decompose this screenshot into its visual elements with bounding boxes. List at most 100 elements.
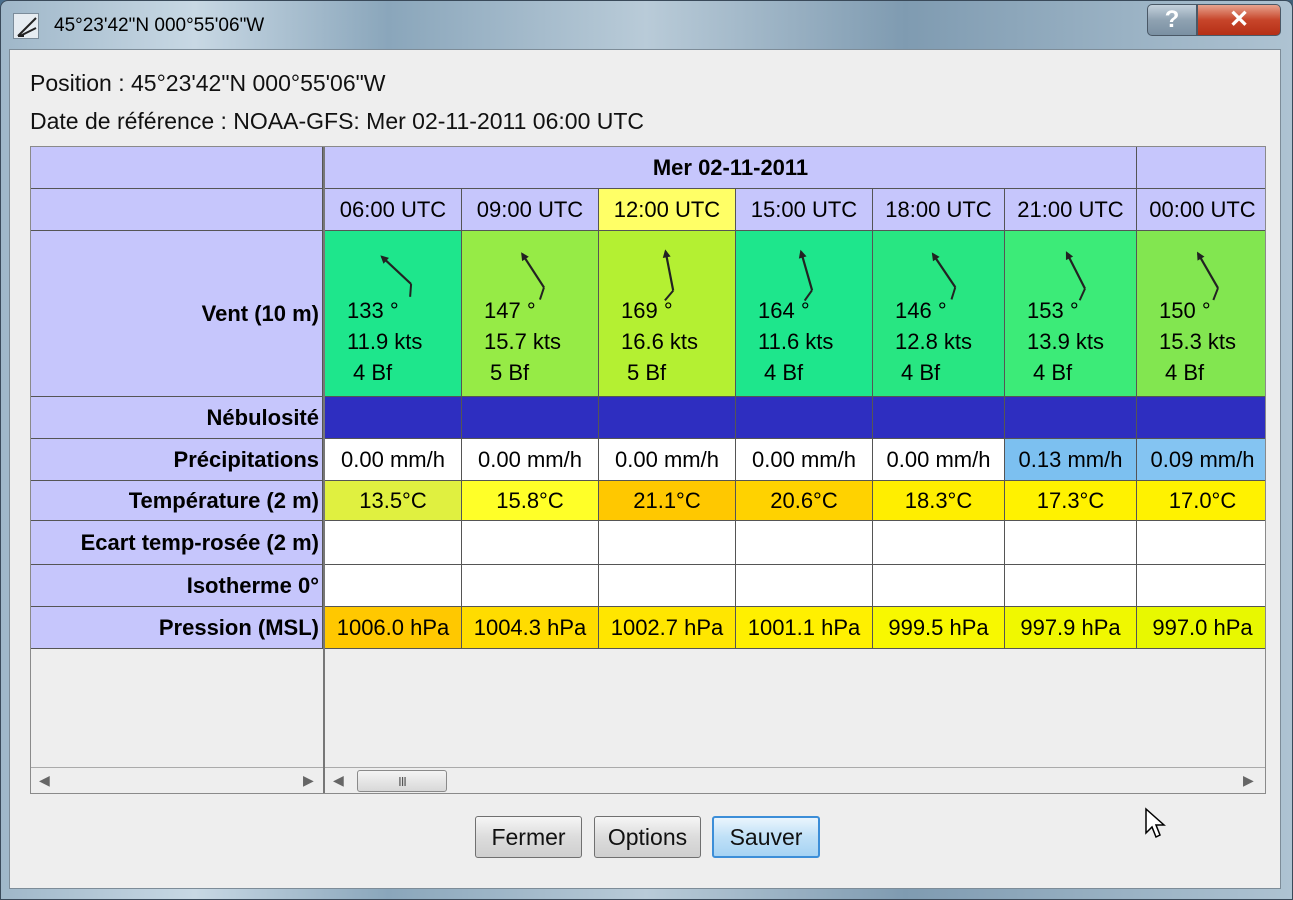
time-header: 06:00 UTC (325, 189, 462, 231)
wind-cell: 169 ° 16.6 kts 5 Bf (599, 231, 736, 397)
mouse-cursor-icon (1145, 807, 1166, 839)
isotherm-cell (736, 565, 873, 607)
title-bar[interactable]: 45°23'42"N 000°55'06"W ? ✕ (1, 1, 1293, 49)
app-icon (13, 13, 39, 39)
date-header: Mer 02-11-2011 (325, 147, 1137, 189)
cloud-cell (325, 397, 462, 439)
reference-date-label: Date de référence : NOAA-GFS: Mer 02-11-… (30, 108, 645, 134)
wind-arrow-icon (521, 252, 545, 300)
dialog-window: 45°23'42"N 000°55'06"W ? ✕ Position : 45… (0, 0, 1293, 900)
time-header: 09:00 UTC (462, 189, 599, 231)
dewpoint-cell (873, 521, 1005, 565)
wind-arrow-icon (662, 249, 675, 301)
close-button[interactable]: Fermer (475, 816, 582, 858)
pressure-cell: 1001.1 hPa (736, 607, 873, 649)
scroll-right-icon[interactable]: ▶ (1243, 772, 1254, 789)
pressure-cell: 1006.0 hPa (325, 607, 462, 649)
beaufort-force: 5 Bf (490, 360, 530, 385)
pressure-cell: 1002.7 hPa (599, 607, 736, 649)
row-label-isotherm: Isotherme 0° (31, 565, 323, 607)
close-icon: ✕ (1228, 6, 1250, 33)
time-header: 00:00 UTC (1137, 189, 1265, 231)
wind-arrow-icon (1065, 251, 1086, 301)
cloud-cell (736, 397, 873, 439)
position-label: Position : 45°23'42"N 000°55'06"W (30, 70, 386, 96)
precip-cell: 0.00 mm/h (325, 439, 462, 481)
precip-cell: 0.00 mm/h (736, 439, 873, 481)
precip-cell: 0.09 mm/h (1137, 439, 1265, 481)
precip-cell: 0.00 mm/h (599, 439, 736, 481)
data-scrollbar[interactable]: ◀ III ▶ (325, 767, 1265, 793)
beaufort-force: 4 Bf (1033, 360, 1073, 385)
wind-cell: 153 ° 13.9 kts 4 Bf (1005, 231, 1137, 397)
data-grid[interactable]: Mer 02-11-2011 06:00 UTC 133 ° 11.9 kts 4 Bf… (325, 147, 1265, 767)
beaufort-force: 5 Bf (627, 360, 667, 385)
cloud-cell (599, 397, 736, 439)
cloud-cell (1005, 397, 1137, 439)
close-window-button[interactable]: ✕ (1197, 4, 1281, 36)
wind-arrow-icon (798, 249, 814, 301)
wind-speed: 15.7 kts (484, 329, 562, 354)
isotherm-cell (1005, 565, 1137, 607)
temp-cell: 21.1°C (599, 481, 736, 521)
pressure-cell: 997.0 hPa (1137, 607, 1265, 649)
time-header: 12:00 UTC (599, 189, 736, 231)
temp-cell: 15.8°C (462, 481, 599, 521)
wind-direction: 147 ° (484, 298, 536, 323)
wind-speed: 13.9 kts (1027, 329, 1105, 354)
wind-cell: 133 ° 11.9 kts 4 Bf (325, 231, 462, 397)
window-title: 45°23'42"N 000°55'06"W (54, 15, 265, 36)
scrollbar-thumb[interactable]: III (357, 770, 447, 792)
pressure-cell: 999.5 hPa (873, 607, 1005, 649)
wind-direction: 153 ° (1027, 298, 1079, 323)
row-label-temp: Température (2 m) (31, 481, 323, 521)
temp-cell: 17.0°C (1137, 481, 1265, 521)
cloud-cell (873, 397, 1005, 439)
dewpoint-cell (1137, 521, 1265, 565)
wind-arrow-icon (380, 255, 413, 297)
precip-cell: 0.13 mm/h (1005, 439, 1137, 481)
cloud-cell (1137, 397, 1265, 439)
wind-direction: 133 ° (347, 298, 399, 323)
precip-cell: 0.00 mm/h (873, 439, 1005, 481)
corner-header-date (31, 147, 323, 189)
dialog-content: Position : 45°23'42"N 000°55'06"W Date d… (9, 49, 1281, 889)
options-button[interactable]: Options (594, 816, 701, 858)
scroll-left-icon[interactable]: ◀ (333, 772, 344, 789)
beaufort-force: 4 Bf (901, 360, 941, 385)
scroll-left-icon[interactable]: ◀ (39, 772, 50, 789)
wind-direction: 150 ° (1159, 298, 1211, 323)
wind-speed: 11.6 kts (758, 329, 834, 354)
help-button[interactable]: ? (1147, 4, 1197, 36)
date-header-next (1137, 147, 1265, 189)
temp-cell: 13.5°C (325, 481, 462, 521)
time-header: 21:00 UTC (1005, 189, 1137, 231)
temp-cell: 17.3°C (1005, 481, 1137, 521)
row-label-wind: Vent (10 m) (31, 231, 323, 397)
wind-speed: 11.9 kts (347, 329, 423, 354)
wind-direction: 146 ° (895, 298, 947, 323)
isotherm-cell (462, 565, 599, 607)
pressure-cell: 1004.3 hPa (462, 607, 599, 649)
save-button[interactable]: Sauver (712, 816, 820, 858)
wind-arrow-icon (931, 252, 957, 300)
time-header: 18:00 UTC (873, 189, 1005, 231)
row-header-scrollbar[interactable]: ◀ ▶ (31, 767, 323, 793)
row-label-pressure: Pression (MSL) (31, 607, 323, 649)
isotherm-cell (599, 565, 736, 607)
wind-cell: 147 ° 15.7 kts 5 Bf (462, 231, 599, 397)
dewpoint-cell (736, 521, 873, 565)
corner-header-time (31, 189, 323, 231)
forecast-table: Vent (10 m) Nébulosité Précipitations Te… (30, 146, 1266, 794)
dewpoint-cell (599, 521, 736, 565)
wind-speed: 16.6 kts (621, 329, 699, 354)
wind-speed: 15.3 kts (1159, 329, 1237, 354)
scroll-right-icon[interactable]: ▶ (303, 772, 314, 789)
pressure-cell: 997.9 hPa (1005, 607, 1137, 649)
row-label-precip: Précipitations (31, 439, 323, 481)
wind-cell: 150 ° 15.3 kts 4 Bf (1137, 231, 1265, 397)
dewpoint-cell (462, 521, 599, 565)
temp-cell: 18.3°C (873, 481, 1005, 521)
wind-direction: 169 ° (621, 298, 673, 323)
isotherm-cell (325, 565, 462, 607)
